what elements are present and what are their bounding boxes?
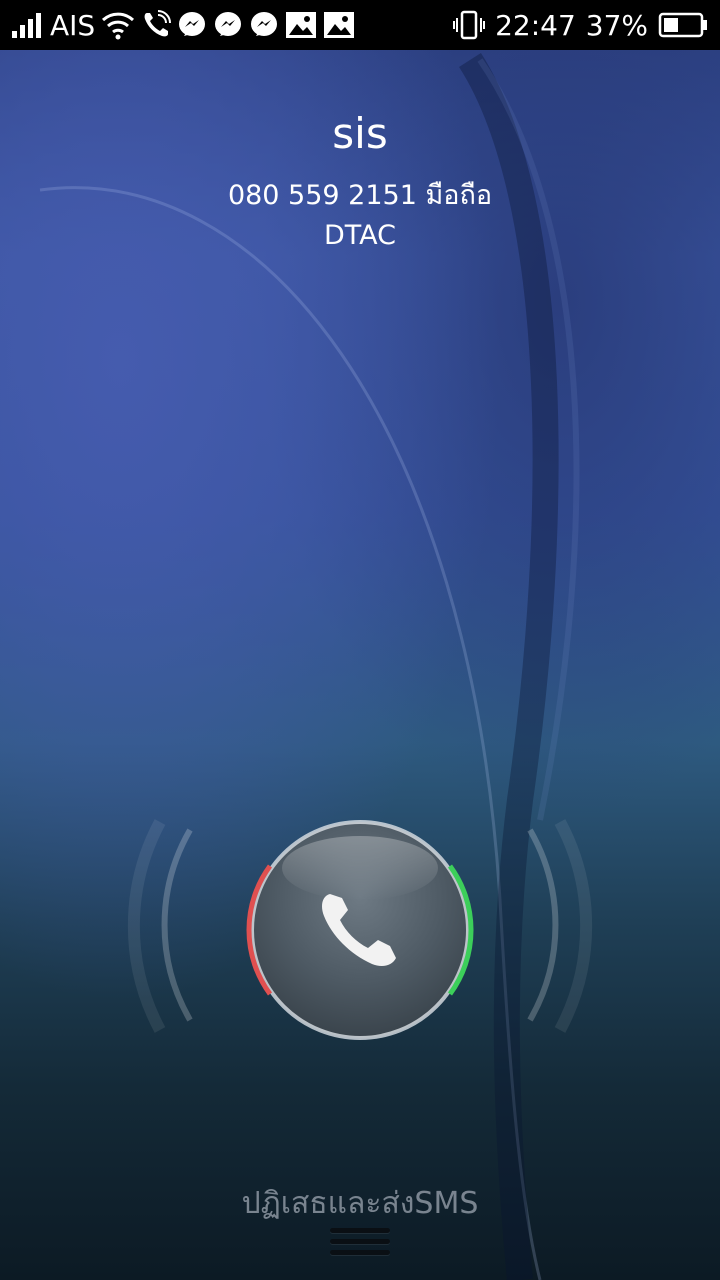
caller-carrier: DTAC [323, 220, 397, 251]
signal-bars-icon [10, 11, 44, 39]
carrier-label: AIS [50, 8, 96, 42]
caller-number: 080 559 2151 มือถือ [227, 180, 493, 211]
drag-handle[interactable] [330, 1228, 390, 1268]
clock: 22:47 [495, 8, 576, 42]
phone-call-icon [141, 10, 172, 40]
reject-with-sms-button[interactable]: ปฏิเสธและส่งSMS [0, 1180, 720, 1227]
right-signal-waves [527, 819, 593, 1033]
image-icon [285, 11, 317, 39]
caller-name: sis [332, 109, 388, 158]
battery-icon [658, 11, 708, 39]
messenger-icon [213, 10, 243, 40]
messenger-icon [177, 10, 207, 40]
wifi-icon [101, 10, 135, 40]
messenger-icon [249, 10, 279, 40]
caller-info: sis 080 559 2151 มือถือ DTAC [0, 104, 720, 256]
answer-dial[interactable] [120, 810, 600, 1050]
status-bar: AIS 22:47 37% [0, 0, 720, 50]
answer-knob[interactable] [246, 820, 474, 1040]
vibrate-icon [453, 10, 486, 40]
image-icon [323, 11, 355, 39]
left-signal-waves [127, 819, 193, 1033]
battery-percent: 37% [585, 8, 648, 42]
